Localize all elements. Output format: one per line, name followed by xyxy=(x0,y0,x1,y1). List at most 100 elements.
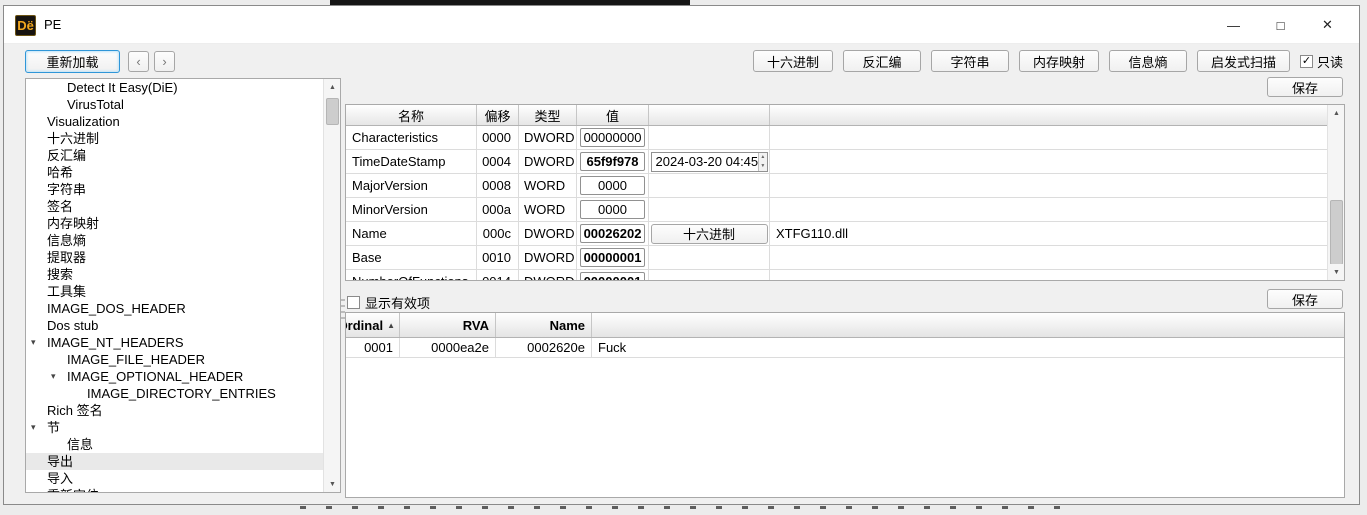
tree-item-image-file-header[interactable]: IMAGE_FILE_HEADER xyxy=(26,351,324,368)
table-row: Characteristics 0000 DWORD 00000000 xyxy=(346,126,1344,150)
save-export-button[interactable]: 保存 xyxy=(1267,289,1343,309)
tree-item-hash[interactable]: 哈希 xyxy=(26,164,324,181)
show-valid-label: 显示有效项 xyxy=(365,293,430,312)
export-functions-table: Ordinal▲ RVA Name 0001 0000ea2e 0002620e… xyxy=(345,312,1345,498)
column-header-fn-name[interactable] xyxy=(592,313,1344,337)
screen: Dë PE — □ ✕ 重新加载 ‹ › 十六进制 反汇编 字符串 内存映射 信… xyxy=(0,0,1367,515)
strings-button[interactable]: 字符串 xyxy=(931,50,1009,72)
reload-button[interactable]: 重新加载 xyxy=(25,50,120,73)
scroll-down-icon[interactable]: ▼ xyxy=(1328,264,1345,280)
expand-arrow-icon[interactable]: ▾ xyxy=(51,368,56,385)
column-header-value[interactable]: 值 xyxy=(577,105,649,125)
close-icon: ✕ xyxy=(1322,17,1333,33)
readonly-label: 只读 xyxy=(1317,52,1343,71)
value-field[interactable]: 00000001 xyxy=(580,272,645,281)
memory-map-button[interactable]: 内存映射 xyxy=(1019,50,1099,72)
maximize-button[interactable]: □ xyxy=(1257,6,1304,44)
scroll-up-icon[interactable]: ▲ xyxy=(324,79,341,95)
expand-arrow-icon[interactable]: ▾ xyxy=(31,334,36,351)
export-header-table: 名称 偏移 类型 值 Characteristics 0000 DWORD 00… xyxy=(345,104,1345,281)
tree-item-import[interactable]: 导入 xyxy=(26,470,324,487)
table-row: MinorVersion 000a WORD 0000 xyxy=(346,198,1344,222)
tree-item-detect-it-easy[interactable]: Detect It Easy(DiE) xyxy=(26,79,324,96)
value-field[interactable]: 00000001 xyxy=(580,248,645,267)
tree-scrollbar[interactable]: ▲ ▼ xyxy=(323,79,340,492)
maximize-icon: □ xyxy=(1277,18,1285,33)
tree-item-extractor[interactable]: 提取器 xyxy=(26,249,324,266)
datetime-editor[interactable]: 2024-03-20 04:45 ▲ ▼ xyxy=(651,152,768,172)
value-field[interactable]: 00026202 xyxy=(580,224,645,243)
tree-item-export[interactable]: 导出 xyxy=(26,453,324,470)
back-button[interactable]: ‹ xyxy=(128,51,149,72)
minimize-button[interactable]: — xyxy=(1210,6,1257,44)
titlebar: Dë PE — □ ✕ xyxy=(4,6,1359,44)
tree-item-image-dos-header[interactable]: IMAGE_DOS_HEADER xyxy=(26,300,324,317)
table-row: NumberOfFunctions 0014 DWORD 00000001 xyxy=(346,270,1344,281)
window-title: PE xyxy=(44,17,61,32)
tree-item-rich-signature[interactable]: Rich 签名 xyxy=(26,402,324,419)
fields-table-scrollbar[interactable]: ▲ ▼ xyxy=(1327,105,1344,280)
tree-item-disasm[interactable]: 反汇编 xyxy=(26,147,324,164)
expand-arrow-icon[interactable]: ▾ xyxy=(31,419,36,436)
hex-view-button[interactable]: 十六进制 xyxy=(753,50,833,72)
forward-button[interactable]: › xyxy=(154,51,175,72)
tree-item-visualization[interactable]: Visualization xyxy=(26,113,324,130)
name-comment: XTFG110.dll xyxy=(770,222,1344,245)
scroll-up-icon[interactable]: ▲ xyxy=(1328,105,1345,121)
tree-item-entropy[interactable]: 信息熵 xyxy=(26,232,324,249)
column-header-editor[interactable] xyxy=(649,105,770,125)
die-pe-window: Dë PE — □ ✕ 重新加载 ‹ › 十六进制 反汇编 字符串 内存映射 信… xyxy=(3,5,1360,505)
readonly-checkbox[interactable]: ✓ xyxy=(1300,55,1313,68)
tree-item-section-info[interactable]: 信息 xyxy=(26,436,324,453)
hex-jump-button[interactable]: 十六进制 xyxy=(651,224,768,244)
value-field[interactable]: 0000 xyxy=(580,200,645,219)
tree-item-dos-stub[interactable]: Dos stub xyxy=(26,317,324,334)
show-valid-wrap[interactable]: 显示有效项 xyxy=(347,293,430,312)
value-field[interactable]: 0000 xyxy=(580,176,645,195)
value-field[interactable]: 00000000 xyxy=(580,128,645,147)
navigation-tree: Detect It Easy(DiE) VirusTotal Visualiza… xyxy=(25,78,341,493)
column-header-comment[interactable] xyxy=(770,105,1344,125)
tree-item-signatures[interactable]: 签名 xyxy=(26,198,324,215)
fields-scrollbar-thumb[interactable] xyxy=(1330,200,1343,265)
heuristic-scan-button[interactable]: 启发式扫描 xyxy=(1197,50,1290,72)
tree-item-memory-map[interactable]: 内存映射 xyxy=(26,215,324,232)
tree-item-strings[interactable]: 字符串 xyxy=(26,181,324,198)
close-button[interactable]: ✕ xyxy=(1304,6,1351,44)
show-valid-checkbox[interactable] xyxy=(347,296,360,309)
entropy-button[interactable]: 信息熵 xyxy=(1109,50,1187,72)
chevron-left-icon: ‹ xyxy=(136,54,140,69)
column-header-offset[interactable]: 偏移 xyxy=(477,105,519,125)
tree-item-image-nt-headers[interactable]: ▾IMAGE_NT_HEADERS xyxy=(26,334,324,351)
tree-item-image-directory-entries[interactable]: IMAGE_DIRECTORY_ENTRIES xyxy=(26,385,324,402)
tree-item-sections[interactable]: ▾节 xyxy=(26,419,324,436)
disasm-button[interactable]: 反汇编 xyxy=(843,50,921,72)
column-header-type[interactable]: 类型 xyxy=(519,105,577,125)
tree-item-virustotal[interactable]: VirusTotal xyxy=(26,96,324,113)
spin-down-icon[interactable]: ▼ xyxy=(759,162,766,171)
tree-item-image-optional-header[interactable]: ▾IMAGE_OPTIONAL_HEADER xyxy=(26,368,324,385)
table-row: MajorVersion 0008 WORD 0000 xyxy=(346,174,1344,198)
action-toolbar: 十六进制 反汇编 字符串 内存映射 信息熵 启发式扫描 ✓ 只读 xyxy=(753,50,1343,72)
export-table-row[interactable]: 0001 0000ea2e 0002620e Fuck xyxy=(346,338,1344,358)
column-header-rva[interactable]: RVA xyxy=(400,313,496,337)
spin-up-icon[interactable]: ▲ xyxy=(759,153,766,162)
scroll-down-icon[interactable]: ▼ xyxy=(324,476,341,492)
readonly-checkbox-wrap[interactable]: ✓ 只读 xyxy=(1300,52,1343,71)
save-header-button[interactable]: 保存 xyxy=(1267,77,1343,97)
value-field[interactable]: 65f9f978 xyxy=(580,152,645,171)
datetime-spinner[interactable]: ▲ ▼ xyxy=(758,153,766,171)
background-window-noise xyxy=(300,506,1060,509)
app-icon: Dë xyxy=(15,15,36,36)
tree-item-hex[interactable]: 十六进制 xyxy=(26,130,324,147)
tree-item-toolkit[interactable]: 工具集 xyxy=(26,283,324,300)
chevron-right-icon: › xyxy=(162,54,166,69)
column-header-name-rva[interactable]: Name xyxy=(496,313,592,337)
column-header-ordinal[interactable]: Ordinal▲ xyxy=(346,313,400,337)
table-row: Name 000c DWORD 00026202 十六进制 XTFG110.dl… xyxy=(346,222,1344,246)
tree-item-relocations[interactable]: 重新定位 xyxy=(26,487,324,493)
column-header-name[interactable]: 名称 xyxy=(346,105,477,125)
tree-item-search[interactable]: 搜索 xyxy=(26,266,324,283)
table-row: TimeDateStamp 0004 DWORD 65f9f978 2024-0… xyxy=(346,150,1344,174)
tree-scrollbar-thumb[interactable] xyxy=(326,98,339,125)
